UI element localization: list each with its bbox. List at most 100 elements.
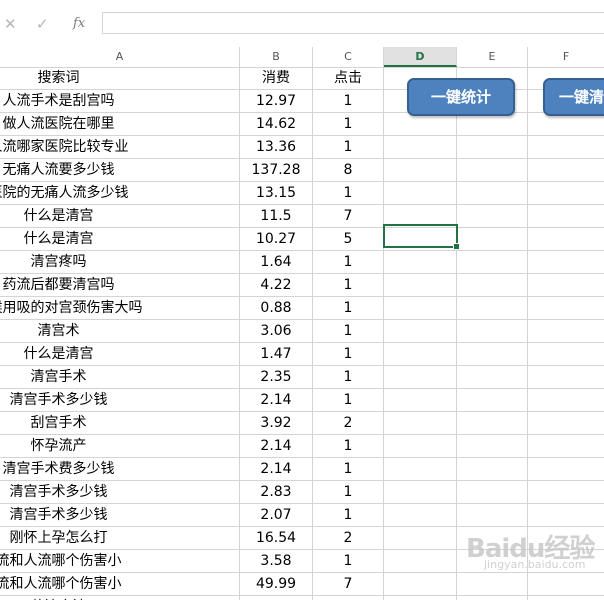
cell-c[interactable]: 1: [313, 343, 384, 365]
cell-a[interactable]: 流和人流哪个伤害小: [0, 550, 240, 572]
cell-a[interactable]: 无痛人流要多少钱: [0, 159, 240, 181]
cell-b[interactable]: 2.07: [240, 504, 313, 526]
cell-b[interactable]: 7.55: [240, 596, 313, 600]
cell-d[interactable]: [384, 481, 457, 503]
cell-e[interactable]: [457, 435, 528, 457]
cell-d[interactable]: [384, 573, 457, 595]
cell-e[interactable]: [457, 412, 528, 434]
cell-a[interactable]: 清宫术: [0, 320, 240, 342]
cell-f[interactable]: [528, 228, 604, 250]
cell-d[interactable]: [384, 412, 457, 434]
cell-c[interactable]: 1: [313, 389, 384, 411]
cell-d[interactable]: [384, 251, 457, 273]
column-header-b[interactable]: B: [240, 47, 313, 67]
cell-c[interactable]: 1: [313, 504, 384, 526]
cell-e[interactable]: [457, 159, 528, 181]
cell-f[interactable]: [528, 458, 604, 480]
cell-b[interactable]: 2.14: [240, 435, 313, 457]
cell-d[interactable]: [384, 389, 457, 411]
cell-f[interactable]: [528, 251, 604, 273]
cell-f[interactable]: [528, 297, 604, 319]
cell-b[interactable]: 4.22: [240, 274, 313, 296]
cell-a[interactable]: 什么是清宫: [0, 343, 240, 365]
column-header-e[interactable]: E: [457, 47, 528, 67]
cell-b[interactable]: 3.06: [240, 320, 313, 342]
cell-c[interactable]: 1: [313, 435, 384, 457]
cell-c[interactable]: 7: [313, 573, 384, 595]
cell-c[interactable]: 1: [313, 274, 384, 296]
cell-b[interactable]: 3.92: [240, 412, 313, 434]
cell-d[interactable]: [384, 504, 457, 526]
cell-f[interactable]: [528, 113, 604, 135]
cell-a[interactable]: 药流方法: [0, 596, 240, 600]
cell-b[interactable]: 1.64: [240, 251, 313, 273]
cell-c[interactable]: 1: [313, 182, 384, 204]
cell-f[interactable]: [528, 435, 604, 457]
cell-f[interactable]: [528, 481, 604, 503]
cell-d[interactable]: [384, 435, 457, 457]
cell-a[interactable]: 人流哪家医院比较专业: [0, 136, 240, 158]
cell-b[interactable]: 2.35: [240, 366, 313, 388]
cell-c[interactable]: 8: [313, 159, 384, 181]
cell-b[interactable]: 49.99: [240, 573, 313, 595]
cell-e[interactable]: [457, 274, 528, 296]
cell-d[interactable]: [384, 320, 457, 342]
cancel-icon[interactable]: ✕: [4, 14, 17, 34]
cell-e[interactable]: [457, 504, 528, 526]
cell-d[interactable]: [384, 182, 457, 204]
cell-f[interactable]: [528, 412, 604, 434]
cell-b[interactable]: 10.27: [240, 228, 313, 250]
column-header-a[interactable]: A: [0, 47, 240, 67]
cell-f[interactable]: [528, 504, 604, 526]
cell-b[interactable]: 11.5: [240, 205, 313, 227]
cell-e[interactable]: [457, 297, 528, 319]
cell-c[interactable]: 1: [313, 458, 384, 480]
cell-d[interactable]: [384, 159, 457, 181]
cell-e[interactable]: [457, 481, 528, 503]
cell-a[interactable]: 流和人流哪个伤害小: [0, 573, 240, 595]
cell-b[interactable]: 14.62: [240, 113, 313, 135]
cell-e[interactable]: [457, 389, 528, 411]
cell-a[interactable]: 人流手术是刮宫吗: [0, 90, 240, 112]
cell-b[interactable]: 2.14: [240, 389, 313, 411]
cell-a[interactable]: 清宫手术多少钱: [0, 504, 240, 526]
cell-e[interactable]: [457, 458, 528, 480]
cell-c[interactable]: 5: [313, 228, 384, 250]
cell-f[interactable]: [528, 320, 604, 342]
cell-e[interactable]: [457, 320, 528, 342]
cell-f[interactable]: [528, 159, 604, 181]
column-header-c[interactable]: C: [313, 47, 384, 67]
cell-a[interactable]: 清宫手术多少钱: [0, 481, 240, 503]
cell-c-header[interactable]: 点击: [313, 67, 384, 89]
enter-check-icon[interactable]: ✓: [36, 14, 49, 34]
cell-f[interactable]: [528, 205, 604, 227]
cell-c[interactable]: 1: [313, 90, 384, 112]
cell-c[interactable]: 1: [313, 366, 384, 388]
cell-c[interactable]: 1: [313, 596, 384, 600]
cell-a[interactable]: 刮宫手术: [0, 412, 240, 434]
cell-b[interactable]: 3.58: [240, 550, 313, 572]
cell-f[interactable]: [528, 182, 604, 204]
cell-a[interactable]: 医院的无痛人流多少钱: [0, 182, 240, 204]
cell-d[interactable]: [384, 113, 457, 135]
cell-d[interactable]: [384, 297, 457, 319]
cell-a[interactable]: 什么是清宫: [0, 228, 240, 250]
cell-b[interactable]: 2.14: [240, 458, 313, 480]
cell-c[interactable]: 1: [313, 297, 384, 319]
cell-e[interactable]: [457, 228, 528, 250]
cell-f[interactable]: [528, 136, 604, 158]
cell-d[interactable]: [384, 596, 457, 600]
cell-f[interactable]: [528, 274, 604, 296]
cell-c[interactable]: 1: [313, 481, 384, 503]
cell-e[interactable]: [457, 113, 528, 135]
cell-c[interactable]: 1: [313, 550, 384, 572]
cell-c[interactable]: 1: [313, 113, 384, 135]
cell-a[interactable]: 药流后都要清宫吗: [0, 274, 240, 296]
column-header-d[interactable]: D: [384, 47, 457, 67]
cell-e[interactable]: [457, 343, 528, 365]
cell-d[interactable]: [384, 366, 457, 388]
one-click-stat-button[interactable]: 一键统计: [407, 78, 515, 116]
cell-a[interactable]: 怀孕流产: [0, 435, 240, 457]
column-header-f[interactable]: F: [528, 47, 604, 67]
cell-d[interactable]: [384, 274, 457, 296]
